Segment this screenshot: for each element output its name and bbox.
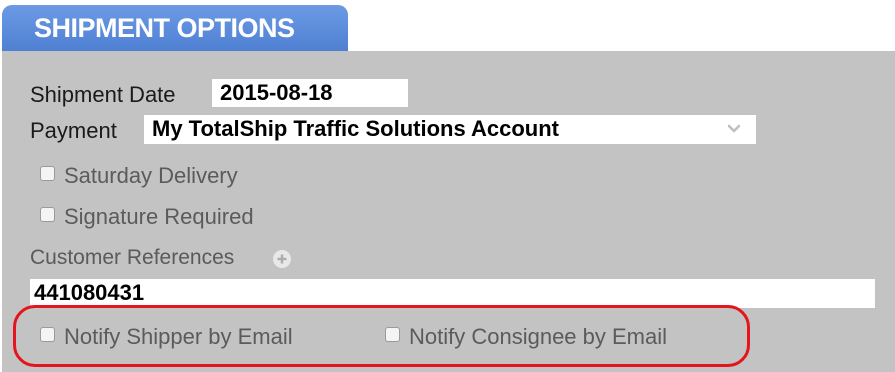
section-tab-title: SHIPMENT OPTIONS xyxy=(2,5,348,51)
payment-select[interactable]: My TotalShip Traffic Solutions Account xyxy=(144,115,756,144)
notify-consignee-checkbox[interactable] xyxy=(385,327,400,342)
payment-label: Payment xyxy=(30,118,117,143)
saturday-delivery-checkbox[interactable] xyxy=(40,166,55,181)
customer-references-label: Customer References xyxy=(30,246,235,269)
shipment-options-panel: SHIPMENT OPTIONS Shipment Date 2015-08-1… xyxy=(0,0,895,372)
payment-select-value: My TotalShip Traffic Solutions Account xyxy=(152,116,560,141)
notify-shipper-checkbox[interactable] xyxy=(40,327,55,342)
chevron-down-icon xyxy=(728,124,740,133)
saturday-delivery-label: Saturday Delivery xyxy=(64,163,238,188)
notify-consignee-label: Notify Consignee by Email xyxy=(409,324,668,349)
notify-shipper-label: Notify Shipper by Email xyxy=(64,324,293,349)
shipment-date-input[interactable]: 2015-08-18 xyxy=(212,79,408,107)
customer-reference-input[interactable]: 441080431 xyxy=(30,279,875,308)
shipment-date-label: Shipment Date xyxy=(30,82,176,107)
signature-required-checkbox[interactable] xyxy=(40,207,55,222)
signature-required-label: Signature Required xyxy=(64,204,254,229)
plus-circle-icon[interactable] xyxy=(273,250,291,268)
